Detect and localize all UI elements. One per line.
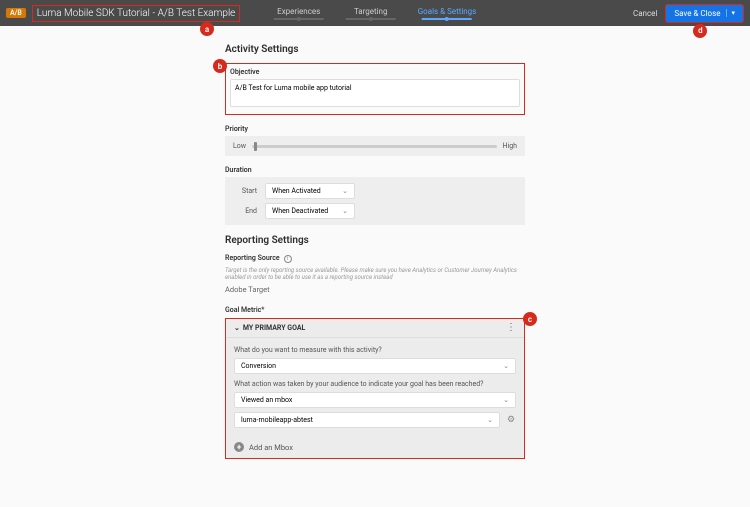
chevron-down-icon: ⌄: [503, 362, 509, 370]
action-select[interactable]: Viewed an mbox⌄: [234, 392, 516, 408]
goal-metric-block: ⌄ MY PRIMARY GOAL ⋮ What do you want to …: [225, 318, 525, 459]
step-targeting[interactable]: Targeting: [346, 7, 396, 20]
save-close-button[interactable]: Save & Close▾: [665, 4, 744, 23]
primary-goal-title[interactable]: ⌄ MY PRIMARY GOAL: [234, 324, 305, 332]
reporting-source-help: Target is the only reporting source avai…: [225, 267, 525, 281]
priority-low: Low: [233, 142, 246, 150]
end-select[interactable]: When Deactivated⌄: [265, 203, 355, 219]
objective-textarea[interactable]: [230, 79, 520, 107]
goal-metric-label: Goal Metric*: [225, 306, 525, 314]
chevron-down-icon: ⌄: [234, 324, 240, 332]
duration-label: Duration: [225, 166, 525, 174]
info-icon[interactable]: i: [284, 255, 292, 263]
measure-select[interactable]: Conversion⌄: [234, 358, 516, 374]
callout-b: b: [213, 59, 227, 73]
start-select[interactable]: When Activated⌄: [265, 183, 355, 199]
callout-d: d: [693, 24, 707, 38]
end-label: End: [233, 207, 257, 215]
start-label: Start: [233, 187, 257, 195]
add-mbox-button[interactable]: + Add an Mbox: [226, 436, 524, 458]
plus-icon: +: [234, 442, 244, 452]
callout-a: a: [200, 22, 214, 36]
reporting-source-value: Adobe Target: [225, 285, 525, 294]
duration-box: Start When Activated⌄ End When Deactivat…: [225, 177, 525, 225]
reporting-source-label: Reporting Source: [225, 254, 280, 262]
goal-question-measure: What do you want to measure with this ac…: [234, 346, 516, 354]
callout-c: c: [523, 312, 537, 326]
reporting-settings-heading: Reporting Settings: [225, 235, 525, 246]
goal-question-action: What action was taken by your audience t…: [234, 380, 516, 388]
gear-icon[interactable]: ⚙: [506, 415, 516, 425]
chevron-down-icon: ⌄: [503, 396, 509, 404]
priority-label: Priority: [225, 125, 525, 133]
step-experiences[interactable]: Experiences: [274, 7, 324, 20]
activity-settings-heading: Activity Settings: [225, 44, 525, 55]
chevron-down-icon: ⌄: [487, 416, 493, 424]
main-content: Activity Settings Objective b Priority L…: [0, 26, 750, 459]
ab-badge: A/B: [6, 8, 26, 18]
priority-slider-row: Low High: [225, 136, 525, 156]
objective-label: Objective: [230, 68, 520, 76]
activity-title[interactable]: Luma Mobile SDK Tutorial - A/B Test Exam…: [32, 5, 241, 22]
more-icon[interactable]: ⋮: [506, 325, 516, 331]
chevron-down-icon: ⌄: [342, 207, 348, 215]
priority-high: High: [503, 142, 517, 150]
priority-slider[interactable]: [252, 145, 496, 148]
mbox-select[interactable]: luma-mobileapp-abtest⌄: [234, 412, 500, 428]
objective-block: Objective: [225, 63, 525, 115]
cancel-link[interactable]: Cancel: [633, 9, 657, 18]
chevron-down-icon: ⌄: [342, 187, 348, 195]
step-goals-settings[interactable]: Goals & Settings: [418, 7, 477, 20]
chevron-down-icon[interactable]: ▾: [726, 9, 735, 17]
app-header: A/B Luma Mobile SDK Tutorial - A/B Test …: [0, 0, 750, 26]
stepper: Experiences Targeting Goals & Settings: [274, 0, 477, 26]
